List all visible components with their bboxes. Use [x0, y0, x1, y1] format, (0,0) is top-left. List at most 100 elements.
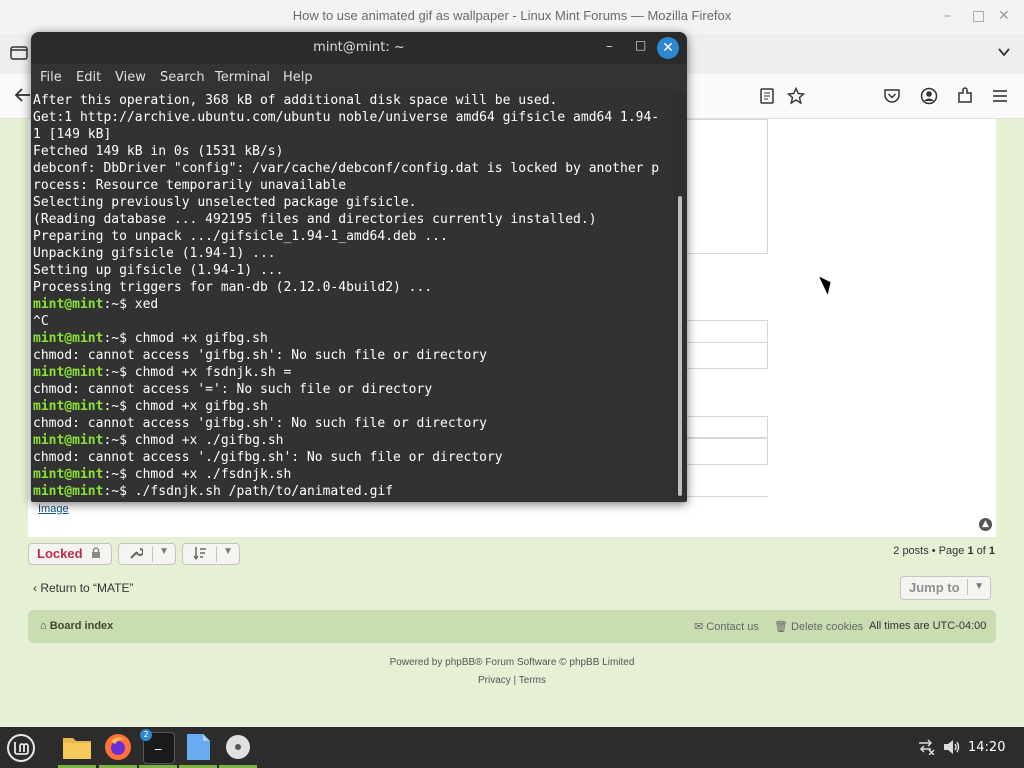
back-to-top-icon[interactable]: ▲ — [979, 518, 992, 531]
files-folder-icon[interactable] — [62, 732, 92, 762]
terminal-menubar: File Edit View Search Terminal Help — [31, 64, 687, 92]
chevron-down-icon: ▼ — [159, 546, 169, 557]
account-icon[interactable] — [920, 87, 938, 109]
prompt-path: :~$ — [103, 297, 135, 312]
button-separator — [152, 546, 153, 562]
list-tabs-chevron-icon[interactable] — [996, 44, 1012, 64]
prompt-path: :~$ — [103, 433, 135, 448]
terminal-output-line: chmod: cannot access 'gifbg.sh': No such… — [33, 416, 487, 431]
firefox-close-button[interactable]: ✕ — [998, 8, 1010, 24]
timezone-text: All times are UTC-04:00 — [869, 620, 987, 632]
menu-search[interactable]: Search — [160, 70, 205, 85]
pagination-of: of — [973, 545, 989, 557]
text-editor-icon[interactable] — [183, 732, 213, 762]
wrench-icon — [129, 548, 144, 563]
firefox-minimize-button[interactable]: – — [944, 8, 951, 24]
image-link[interactable]: Image — [38, 503, 69, 515]
clock[interactable]: 14:20 — [968, 740, 1005, 755]
terminal-icon[interactable]: 2 _ — [140, 729, 175, 764]
footer-links: Privacy | Terms — [0, 675, 1024, 686]
menu-edit[interactable]: Edit — [76, 70, 101, 85]
chevron-down-icon: ▼ — [974, 581, 984, 592]
bookmark-star-icon[interactable] — [786, 86, 806, 109]
terminal-scroll-thumb[interactable] — [678, 196, 682, 496]
locked-button[interactable]: Locked — [28, 543, 112, 565]
terminal-cursor-glyph: _ — [155, 736, 162, 751]
prompt-user: mint@mint — [33, 433, 104, 448]
firefox-maximize-button[interactable]: □ — [972, 8, 985, 24]
terminal-maximize-button[interactable]: □ — [635, 38, 646, 52]
prompt-user: mint@mint — [33, 297, 104, 312]
terminal-close-button[interactable]: ✕ — [657, 37, 679, 59]
command-text: chmod +x ./gifbg.sh — [134, 433, 284, 448]
menu-help[interactable]: Help — [283, 70, 313, 85]
terminal-minimize-button[interactable]: – — [606, 39, 613, 54]
home-icon: ⌂ — [40, 620, 50, 632]
contact-us-label: Contact us — [706, 621, 759, 633]
terminal-output-line: ^C — [33, 314, 49, 329]
terminal-output-line: Preparing to unpack .../gifsicle_1.94-1_… — [33, 229, 448, 244]
menu-terminal[interactable]: Terminal — [215, 70, 270, 85]
reader-view-icon[interactable] — [760, 88, 774, 108]
menu-hamburger-icon[interactable] — [992, 88, 1008, 107]
back-arrow-icon[interactable] — [14, 87, 32, 107]
menu-view[interactable]: View — [115, 70, 146, 85]
post-code-box — [686, 119, 768, 254]
trash-icon: 🗑 — [774, 621, 792, 633]
terminal-output-line: 1 [149 kB] — [33, 127, 112, 142]
terminal-output-line: rocess: Resource temporarily unavailable — [33, 178, 347, 193]
button-separator — [967, 579, 968, 595]
powered-by-text: Powered by phpBB® Forum Software © phpBB… — [389, 657, 635, 668]
media-disc-icon[interactable] — [223, 732, 253, 762]
taskbar: 2 _ 14:20 — [0, 727, 1024, 768]
terminal-output[interactable]: After this operation, 368 kB of addition… — [33, 92, 673, 502]
post-divider — [686, 496, 768, 497]
terminal-output-line: After this operation, 368 kB of addition… — [33, 93, 558, 108]
delete-cookies-link[interactable]: 🗑 Delete cookies — [774, 620, 863, 633]
pocket-icon[interactable] — [883, 88, 901, 108]
command-text: chmod +x ./fsdnjk.sh — [134, 467, 292, 482]
prompt-path: :~$ — [103, 365, 135, 380]
terminal-output-line: Selecting previously unselected package … — [33, 195, 417, 210]
prompt-path: :~$ — [103, 484, 135, 499]
contact-us-link[interactable]: ✉ Contact us — [694, 620, 759, 633]
terminal-output-line: Fetched 149 kB in 0s (1531 kB/s) — [33, 144, 284, 159]
locked-label: Locked — [37, 546, 83, 561]
jump-to-button[interactable]: Jump to ▼ — [900, 576, 991, 600]
terminal-command-line: mint@mint:~$ chmod +x ./fsdnjk.sh — [33, 466, 673, 483]
sort-list-icon — [193, 547, 207, 563]
return-to-forum-link[interactable]: ‹ Return to “MATE” — [33, 581, 133, 595]
footer-separator: | — [510, 675, 519, 686]
extensions-icon[interactable] — [956, 87, 974, 109]
jump-to-label: Jump to — [909, 580, 960, 595]
terminal-scrollbar[interactable] — [675, 92, 685, 502]
terminal-command-line: mint@mint:~$ xed — [33, 296, 673, 313]
prompt-path: :~$ — [103, 331, 135, 346]
menu-file[interactable]: File — [40, 70, 62, 85]
mint-menu-icon[interactable] — [6, 733, 36, 763]
network-disconnected-icon[interactable] — [917, 739, 935, 759]
terminal-command-line: mint@mint:~$ ./fsdnjk.sh /path/to/animat… — [33, 483, 673, 500]
terminal-window[interactable]: mint@mint: ~ – □ ✕ File Edit View Search… — [31, 32, 687, 502]
board-index-link[interactable]: ⌂ Board index — [40, 620, 113, 632]
command-text: chmod +x gifbg.sh — [134, 331, 268, 346]
firefox-icon[interactable] — [103, 732, 133, 762]
terminal-output-line: debconf: DbDriver "config": /var/cache/d… — [33, 161, 660, 176]
terms-link[interactable]: Terms — [519, 675, 546, 686]
volume-icon[interactable] — [943, 739, 961, 759]
display-sort-button[interactable]: ▼ — [182, 543, 240, 565]
terminal-command-line: mint@mint:~$ chmod +x fsdnjk.sh = — [33, 364, 673, 381]
button-separator — [216, 546, 217, 562]
terminal-output-line: chmod: cannot access './gifbg.sh': No su… — [33, 450, 503, 465]
board-index-label: Board index — [49, 620, 114, 632]
firefox-titlebar: How to use animated gif as wallpaper - L… — [0, 0, 1024, 34]
terminal-title: mint@mint: ~ — [313, 40, 405, 55]
tab-overview-icon[interactable] — [10, 44, 28, 64]
prompt-user: mint@mint — [33, 484, 104, 499]
return-link-label: Return to “MATE” — [40, 581, 134, 595]
terminal-titlebar[interactable]: mint@mint: ~ – □ ✕ — [31, 32, 687, 64]
terminal-output-line: (Reading database ... 492195 files and d… — [33, 212, 597, 227]
topic-tools-button[interactable]: ▼ — [118, 543, 176, 565]
terminal-output-line: Get:1 http://archive.ubuntu.com/ubuntu n… — [33, 110, 660, 125]
privacy-link[interactable]: Privacy — [478, 675, 511, 686]
